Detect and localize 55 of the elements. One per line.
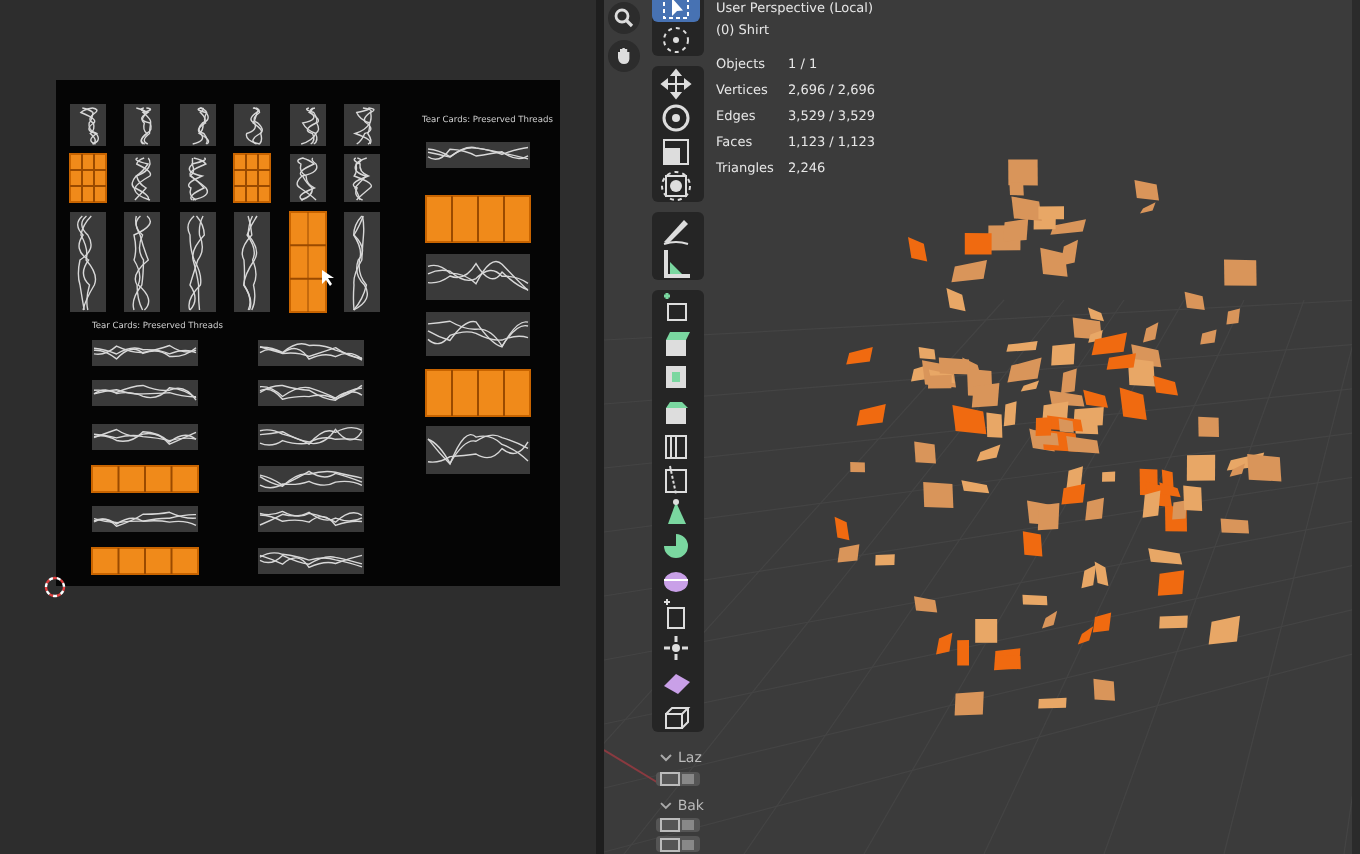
thread-texture-thumbnail [124,154,160,202]
ruler-icon [658,245,694,281]
thread-texture-thumbnail [124,212,160,312]
hand-icon [614,46,634,66]
axis-line [604,749,661,785]
thread-texture-thumbnail [180,212,216,312]
uv-island-grid [289,211,327,313]
image-icon [660,771,680,786]
thread-texture-thumbnail [258,424,364,450]
thread-texture-thumbnail [234,212,270,312]
thread-texture-thumbnail [92,506,198,532]
thread-texture-thumbnail [426,312,530,356]
uv-island-grid [425,195,531,243]
uv-island-grid [425,369,531,417]
zoom-icon [614,8,634,28]
3d-cursor-icon [42,574,68,600]
uv-island-grid [91,465,199,493]
zoom-button[interactable] [608,2,640,34]
thread-texture-thumbnail [92,424,198,450]
move-icon [658,65,694,101]
thread-texture-thumbnail [92,380,198,406]
chevron-icon [660,754,672,763]
thread-texture-thumbnail [234,104,270,146]
thread-texture-thumbnail [124,104,160,146]
thread-texture-thumbnail [258,340,364,366]
thread-texture-thumbnail [180,104,216,146]
uv-island-grid [233,153,271,203]
thread-texture-thumbnail [426,426,530,474]
scale-icon [658,133,694,169]
thread-texture-thumbnail [290,154,326,202]
uv-island-grid [91,547,199,575]
thread-texture-thumbnail [426,254,530,300]
chevron-icon [660,801,672,810]
uv-island-grid [69,153,107,203]
panel-button[interactable] [656,836,700,853]
pan-button[interactable] [608,40,640,72]
thread-texture-thumbnail [258,548,364,574]
thread-texture-thumbnail [344,154,380,202]
thread-texture-thumbnail [70,212,106,312]
thread-texture-thumbnail [290,104,326,146]
thread-texture-thumbnail [258,466,364,492]
transform-icon [658,167,694,203]
3d-cursor-icon [658,21,694,57]
thread-texture-thumbnail [426,142,530,168]
mouse-pointer-icon [322,270,334,286]
thread-texture-thumbnail [344,104,380,146]
panel-button[interactable] [656,817,700,833]
thread-texture-thumbnail [70,104,106,146]
thread-texture-thumbnail [258,380,364,406]
thread-texture-thumbnail [180,154,216,202]
rotate-icon [658,99,694,135]
thread-texture-thumbnail [344,212,380,312]
panel-button[interactable] [656,771,700,787]
thread-texture-thumbnail [258,506,364,532]
thread-texture-thumbnail [92,340,198,366]
